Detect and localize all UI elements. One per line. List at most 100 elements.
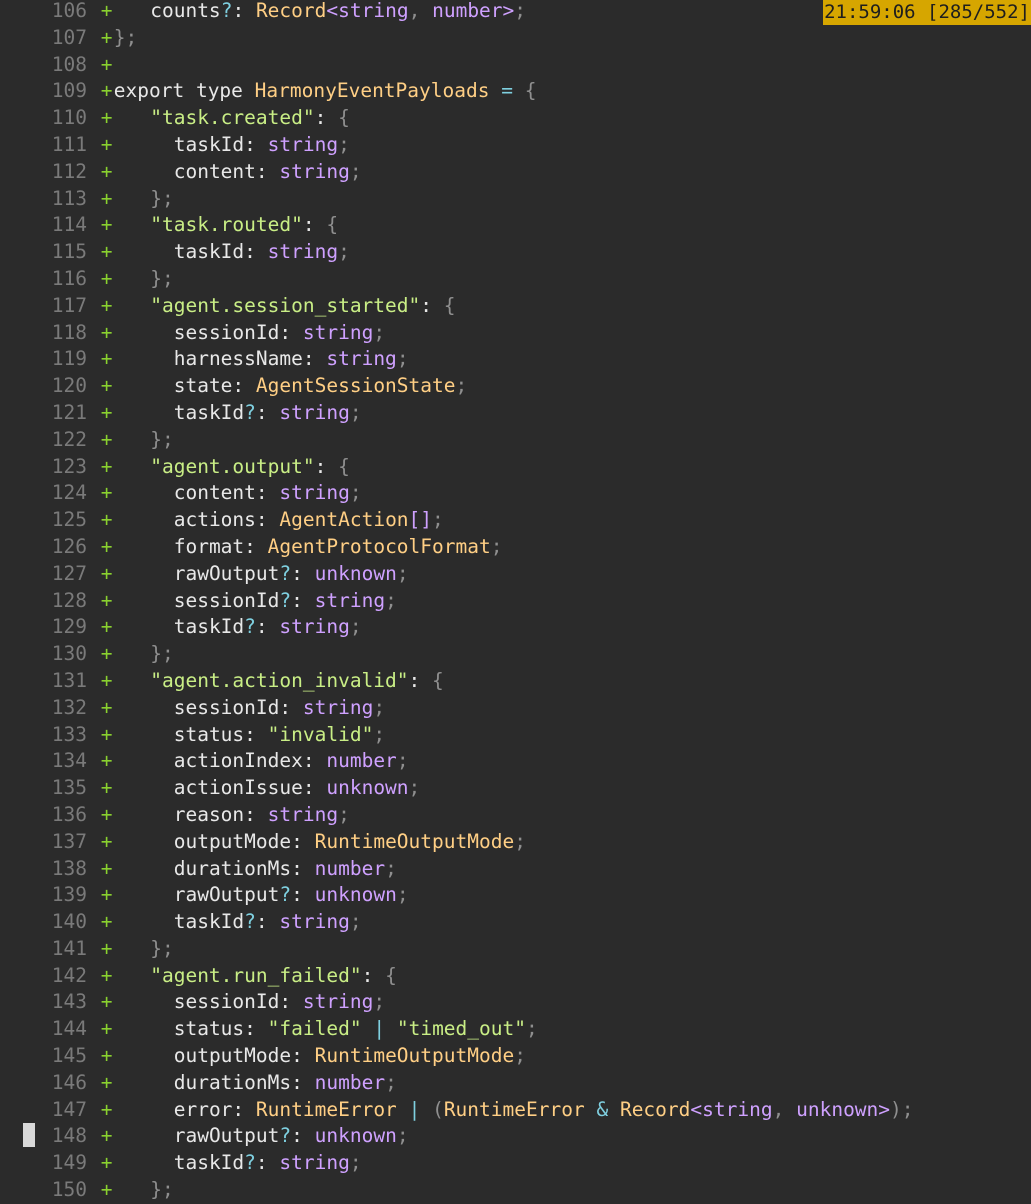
line-content: sessionId: string;	[173, 990, 386, 1014]
code-line: 108 +	[0, 52, 1031, 79]
added-line-marker: +	[100, 186, 113, 210]
line-number: 136	[51, 802, 87, 826]
line-content: status: "failed" | "timed_out";	[173, 1017, 538, 1041]
added-line-marker: +	[100, 52, 113, 76]
line-content: content: string;	[173, 481, 362, 505]
line-number: 126	[51, 534, 87, 558]
added-line-marker: +	[100, 427, 113, 451]
line-number: 114	[51, 213, 87, 237]
added-line-marker: +	[100, 642, 113, 666]
code-line: 126 + format: AgentProtocolFormat;	[0, 534, 1031, 561]
code-line: 149 + taskId?: string;	[0, 1150, 1031, 1177]
added-line-marker: +	[100, 856, 113, 880]
code-line: 118 + sessionId: string;	[0, 320, 1031, 347]
line-number: 125	[51, 508, 87, 532]
line-number: 147	[51, 1097, 87, 1121]
code-line: 111 + taskId: string;	[0, 132, 1031, 159]
line-content: sessionId?: string;	[173, 588, 397, 612]
line-content: };	[150, 1178, 174, 1202]
line-number: 116	[51, 266, 87, 290]
line-content: "task.created": {	[150, 106, 350, 130]
added-line-marker: +	[100, 1070, 113, 1094]
code-line: 138 + durationMs: number;	[0, 856, 1031, 883]
line-content: "agent.session_started": {	[150, 293, 456, 317]
terminal-cursor	[23, 1123, 35, 1147]
line-content: taskId: string;	[173, 240, 350, 264]
added-line-marker: +	[100, 374, 113, 398]
line-number: 113	[51, 186, 87, 210]
line-number: 124	[51, 481, 87, 505]
line-number: 106	[51, 0, 87, 22]
line-number: 130	[51, 642, 87, 666]
line-number: 122	[51, 427, 87, 451]
line-number: 111	[51, 132, 87, 156]
line-number: 118	[51, 320, 87, 344]
added-line-marker: +	[100, 1017, 113, 1041]
added-line-marker: +	[100, 481, 113, 505]
code-line: 121 + taskId?: string;	[0, 400, 1031, 427]
line-content: actionIssue: unknown;	[173, 776, 421, 800]
line-number: 143	[51, 990, 87, 1014]
line-number: 139	[51, 883, 87, 907]
diff-view: 106 + counts?: Record<string, number>; 10…	[0, 0, 1031, 1204]
code-line: 136 + reason: string;	[0, 802, 1031, 829]
code-line: 114 + "task.routed": {	[0, 212, 1031, 239]
line-number: 107	[51, 25, 87, 49]
line-number: 146	[51, 1070, 87, 1094]
code-line: 122 + };	[0, 427, 1031, 454]
added-line-marker: +	[100, 132, 113, 156]
added-line-marker: +	[100, 25, 113, 49]
added-line-marker: +	[100, 400, 113, 424]
line-content: sessionId: string;	[173, 320, 386, 344]
added-line-marker: +	[100, 990, 113, 1014]
added-line-marker: +	[100, 615, 113, 639]
code-line: 132 + sessionId: string;	[0, 695, 1031, 722]
code-line: 145 + outputMode: RuntimeOutputMode;	[0, 1043, 1031, 1070]
line-number: 138	[51, 856, 87, 880]
added-line-marker: +	[100, 776, 113, 800]
line-number: 108	[51, 52, 87, 76]
code-line: 123 + "agent.output": {	[0, 454, 1031, 481]
code-line: 125 + actions: AgentAction[];	[0, 507, 1031, 534]
added-line-marker: +	[100, 668, 113, 692]
code-line: 128 + sessionId?: string;	[0, 588, 1031, 615]
line-number: 149	[51, 1151, 87, 1175]
line-number: 145	[51, 1044, 87, 1068]
line-content: rawOutput?: unknown;	[173, 561, 409, 585]
code-line: 112 + content: string;	[0, 159, 1031, 186]
line-content: counts?: Record<string, number>;	[150, 0, 527, 22]
line-content: reason: string;	[173, 802, 350, 826]
line-number: 141	[51, 936, 87, 960]
added-line-marker: +	[100, 508, 113, 532]
code-line: 139 + rawOutput?: unknown;	[0, 882, 1031, 909]
line-content: outputMode: RuntimeOutputMode;	[173, 829, 526, 853]
line-number: 121	[51, 400, 87, 424]
line-number: 140	[51, 910, 87, 934]
code-line: 130 + };	[0, 641, 1031, 668]
code-line: 137 + outputMode: RuntimeOutputMode;	[0, 829, 1031, 856]
line-content: status: "invalid";	[173, 722, 386, 746]
line-number: 131	[51, 668, 87, 692]
code-line: 127 + rawOutput?: unknown;	[0, 561, 1031, 588]
added-line-marker: +	[100, 910, 113, 934]
added-line-marker: +	[100, 1124, 113, 1148]
line-number: 123	[51, 454, 87, 478]
code-line: 141 + };	[0, 936, 1031, 963]
line-content: };	[113, 25, 138, 49]
code-line: 119 + harnessName: string;	[0, 346, 1031, 373]
line-number: 117	[51, 293, 87, 317]
code-line: 117 + "agent.session_started": {	[0, 293, 1031, 320]
line-content: error: RuntimeError | (RuntimeError & Re…	[173, 1097, 914, 1121]
line-number: 115	[51, 240, 87, 264]
line-content: harnessName: string;	[173, 347, 409, 371]
added-line-marker: +	[100, 936, 113, 960]
code-line: 147 + error: RuntimeError | (RuntimeErro…	[0, 1097, 1031, 1124]
line-content: rawOutput?: unknown;	[173, 883, 409, 907]
line-number: 148	[51, 1124, 87, 1148]
status-indicator: 21:59:06 [285/552]	[823, 0, 1031, 25]
line-number: 133	[51, 722, 87, 746]
added-line-marker: +	[100, 695, 113, 719]
line-content: taskId?: string;	[173, 400, 362, 424]
line-number: 132	[51, 695, 87, 719]
clock: 21:59:06	[824, 1, 916, 23]
